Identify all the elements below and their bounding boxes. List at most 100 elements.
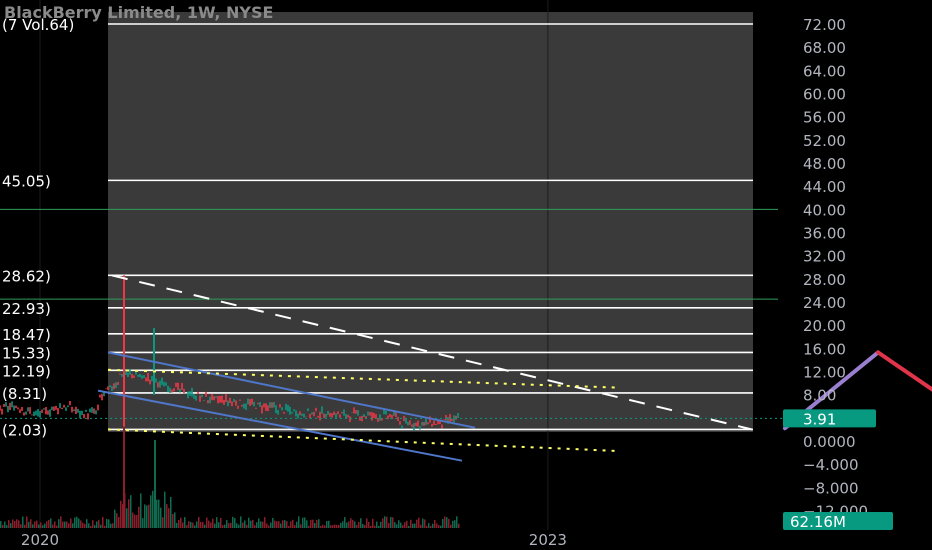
volume-bar (234, 518, 236, 528)
volume-bar (216, 517, 218, 528)
volume-bar (24, 524, 26, 528)
volume-bar (88, 523, 90, 528)
volume-bar (322, 524, 324, 528)
level-label: (8.31) (2, 385, 47, 403)
volume-bar (222, 525, 224, 528)
volume-bar (114, 509, 116, 528)
volume-bar (292, 519, 294, 528)
volume-bar (86, 519, 88, 528)
volume-bar (452, 520, 454, 528)
volume-bar (90, 525, 92, 528)
y-tick-label: 24.00 (803, 294, 846, 312)
volume-bar (22, 516, 24, 528)
volume-bar (342, 521, 344, 528)
volume-bar (286, 521, 288, 528)
volume-bar (354, 521, 356, 528)
volume-bar (382, 518, 384, 528)
volume-bar (404, 522, 406, 528)
volume-bar (302, 517, 304, 528)
volume-bar (296, 521, 298, 528)
volume-bar (64, 521, 66, 528)
volume-bar (318, 519, 320, 528)
volume-bar (360, 518, 362, 528)
volume-bar (442, 518, 444, 528)
highlight-box (108, 12, 753, 432)
volume-bar (436, 523, 438, 528)
volume-bar (38, 524, 40, 528)
volume-bar (366, 518, 368, 528)
volume-bar (300, 524, 302, 528)
y-tick-label: 60.00 (803, 86, 846, 104)
volume-bar (378, 525, 380, 528)
volume-bar (402, 525, 404, 528)
volume-bar (274, 520, 276, 528)
volume-bar (92, 520, 94, 528)
volume-bar (316, 520, 318, 528)
y-tick-label: 0.0000 (803, 433, 856, 451)
volume-bar (240, 516, 242, 528)
volume-bar (396, 524, 398, 528)
volume-bar (440, 525, 442, 528)
volume-bar (408, 525, 410, 528)
volume-bar (70, 518, 72, 528)
volume-bar (174, 512, 176, 528)
volume-spike (154, 440, 156, 528)
volume-bar (394, 522, 396, 528)
volume-bar (454, 520, 456, 528)
volume-bar (120, 500, 122, 528)
volume-bar (74, 517, 76, 528)
volume-bar (266, 523, 268, 528)
volume-bar (142, 518, 144, 528)
volume-bar (18, 520, 20, 528)
volume-bar (210, 522, 212, 528)
volume-bar (16, 519, 18, 528)
volume-bar (278, 521, 280, 528)
y-tick-label: 32.00 (803, 248, 846, 266)
volume-bar (252, 519, 254, 528)
y-tick-label: 68.00 (803, 39, 846, 57)
volume-bar (384, 516, 386, 528)
volume-bar (58, 519, 60, 528)
volume-bar (56, 525, 58, 528)
volume-bar (368, 522, 370, 528)
volume-bar (102, 517, 104, 528)
volume-bar (324, 525, 326, 528)
volume-bar (348, 521, 350, 528)
volume-bar (458, 523, 460, 528)
volume-bar (438, 525, 440, 528)
volume-bar (98, 520, 100, 528)
volume-bar (146, 505, 148, 528)
volume-bar (376, 521, 378, 528)
volume-bar (356, 524, 358, 528)
volume-bar (424, 519, 426, 528)
volume-bar (340, 522, 342, 528)
volume-bar (192, 522, 194, 528)
volume-bar (388, 522, 390, 528)
volume-bar (134, 514, 136, 528)
volume-bar (392, 517, 394, 528)
volume-bar (276, 521, 278, 528)
level-label: 45.05) (2, 172, 51, 190)
volume-bar (150, 495, 152, 528)
price-chart[interactable]: (7 Vol.64)45.05)28.62)22.93)18.47)15.33)… (0, 0, 932, 550)
volume-bar (62, 521, 64, 528)
volume-bar (180, 517, 182, 528)
volume-bar (48, 519, 50, 528)
volume-bar (30, 519, 32, 528)
volume-bar (178, 520, 180, 528)
volume-bar (78, 518, 80, 528)
volume-bar (450, 524, 452, 528)
volume-bar (172, 513, 174, 528)
volume-bar (226, 520, 228, 528)
volume-bar (118, 517, 120, 528)
volume-bar (8, 520, 10, 528)
volume-bar (254, 525, 256, 528)
volume-bar (208, 520, 210, 528)
volume-bar (284, 520, 286, 528)
volume-bar (72, 523, 74, 528)
volume-bar (290, 521, 292, 528)
volume-bar (414, 523, 416, 528)
volume-bar (212, 518, 214, 528)
volume-bar (270, 522, 272, 528)
y-tick-label: −4.000 (803, 456, 859, 474)
